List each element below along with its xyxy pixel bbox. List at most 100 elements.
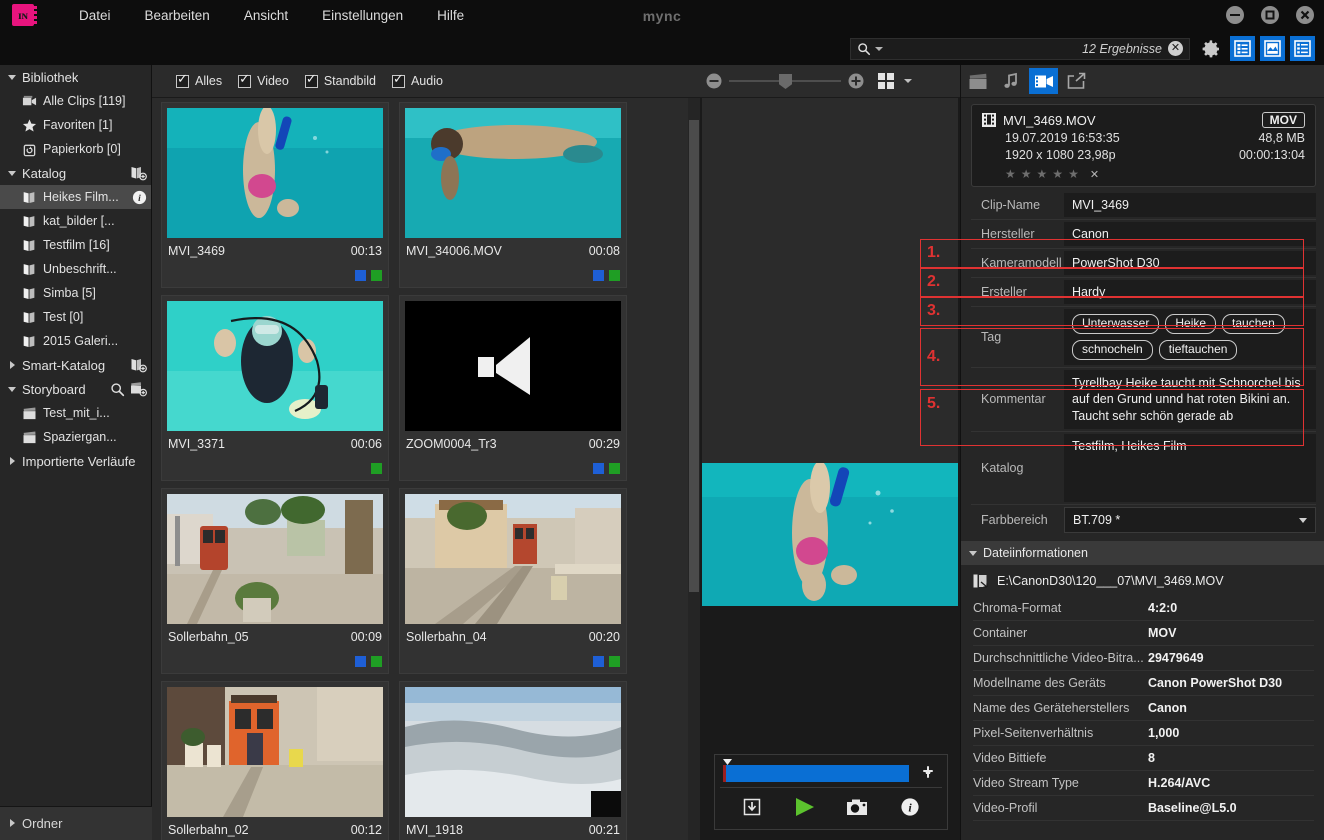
menu-bearbeiten[interactable]: Bearbeiten: [128, 0, 227, 32]
thumbnail-size-slider[interactable]: [729, 71, 841, 91]
menu-datei[interactable]: Datei: [62, 0, 128, 32]
rating-star-1[interactable]: ★: [1005, 167, 1016, 181]
audio-tab[interactable]: [996, 68, 1025, 94]
search-box[interactable]: 12 Ergebnisse ✕: [850, 37, 1190, 60]
filter-checkbox-video[interactable]: Video: [238, 72, 289, 88]
clip-card[interactable]: MVI_3469 00:13: [161, 102, 389, 288]
video-tab[interactable]: [1029, 68, 1058, 94]
field-value[interactable]: PowerShot D30: [1064, 251, 1316, 275]
browser-scrollbar[interactable]: [688, 98, 700, 840]
preview-viewport[interactable]: [702, 98, 958, 606]
chevron-down-icon[interactable]: [8, 385, 17, 394]
tag-chip[interactable]: tieftauchen: [1158, 339, 1238, 360]
chevron-right-icon[interactable]: [8, 819, 17, 828]
filter-checkbox-alles[interactable]: Alles: [176, 72, 222, 88]
clip-card[interactable]: ZOOM0004_Tr3 00:29: [399, 295, 627, 481]
menu-hilfe[interactable]: Hilfe: [420, 0, 481, 32]
timeline-track[interactable]: [723, 759, 909, 782]
sidebar-item-spaziergang[interactable]: Spaziergan...: [0, 425, 151, 449]
clapper-tab[interactable]: [963, 68, 992, 94]
minimize-button[interactable]: [1224, 4, 1246, 26]
player-timeline[interactable]: [720, 759, 942, 788]
slider-handle[interactable]: [779, 74, 792, 89]
sidebar-item-test-mit-i[interactable]: Test_mit_i...: [0, 401, 151, 425]
search-icon[interactable]: [110, 382, 125, 397]
maximize-button[interactable]: [1259, 4, 1281, 26]
sidebar-item-favoriten[interactable]: Favoriten [1]: [0, 113, 151, 137]
export-tab[interactable]: [1062, 68, 1091, 94]
sidebar-item-ordner[interactable]: Ordner: [0, 806, 152, 840]
menu-ansicht[interactable]: Ansicht: [227, 0, 305, 32]
field-value[interactable]: Tyrellbay Heike taucht mit Schnorchel bi…: [1064, 369, 1316, 430]
filter-checkbox-audio[interactable]: Audio: [391, 72, 443, 88]
clip-card[interactable]: Sollerbahn_02 00:12: [161, 681, 389, 840]
grid-view-button[interactable]: [878, 73, 912, 89]
view-thumbnail-button[interactable]: [1260, 36, 1285, 61]
clear-search-icon[interactable]: ✕: [1168, 41, 1183, 56]
rating-star-4[interactable]: ★: [1052, 167, 1063, 181]
sidebar-item-kat-bilder[interactable]: kat_bilder [...: [0, 209, 151, 233]
sidebar-item-alle-clips[interactable]: Alle Clips [119]: [0, 89, 151, 113]
tag-chip[interactable]: schnocheln: [1072, 339, 1153, 360]
clip-card[interactable]: Sollerbahn_04 00:20: [399, 488, 627, 674]
pin-icon[interactable]: [920, 765, 936, 783]
sidebar-item-unbeschriftet[interactable]: Unbeschrift...: [0, 257, 151, 281]
add-catalog-icon[interactable]: [130, 165, 147, 181]
timeline-in-point[interactable]: [723, 765, 726, 782]
sidebar-group-smart-katalog[interactable]: Smart-Katalog: [0, 353, 151, 377]
clip-card[interactable]: MVI_3371 00:06: [161, 295, 389, 481]
add-smart-catalog-icon[interactable]: [130, 357, 147, 373]
file-path-row[interactable]: E:\CanonD30\120___07\MVI_3469.MOV: [961, 565, 1324, 596]
field-value[interactable]: Hardy: [1064, 280, 1316, 304]
clip-card[interactable]: Sollerbahn_05 00:09: [161, 488, 389, 674]
field-value[interactable]: Canon: [1064, 222, 1316, 246]
sidebar-group-katalog[interactable]: Katalog: [0, 161, 151, 185]
browser-scrollbar-thumb[interactable]: [689, 120, 699, 592]
tag-chip[interactable]: Unterwasser: [1072, 314, 1160, 334]
tag-chip[interactable]: tauchen: [1222, 314, 1285, 334]
filter-checkbox-standbild[interactable]: Standbild: [304, 72, 376, 88]
rating-star-3[interactable]: ★: [1037, 167, 1048, 181]
clip-card[interactable]: MVI_1918 00:21: [399, 681, 627, 840]
checkbox-icon[interactable]: [238, 72, 252, 88]
snapshot-button[interactable]: [844, 795, 870, 819]
chevron-down-icon[interactable]: [969, 549, 978, 558]
chevron-down-icon[interactable]: [8, 169, 17, 178]
field-value[interactable]: Testfilm, Heikes Film: [1064, 434, 1316, 503]
gear-icon[interactable]: [1200, 38, 1222, 60]
chevron-down-icon[interactable]: [904, 79, 912, 83]
play-button[interactable]: [792, 795, 818, 819]
chevron-right-icon[interactable]: [8, 456, 17, 466]
sidebar-item-simba[interactable]: Simba [5]: [0, 281, 151, 305]
rating-star-2[interactable]: ★: [1021, 167, 1032, 181]
sidebar-group-bibliothek[interactable]: Bibliothek: [0, 65, 151, 89]
sidebar-group-storyboard[interactable]: Storyboard: [0, 377, 151, 401]
colorspace-select[interactable]: BT.709 *: [1064, 507, 1316, 534]
checkbox-icon[interactable]: [304, 72, 318, 88]
rating-stars[interactable]: ★ ★ ★ ★ ★ ✕: [982, 167, 1305, 181]
search-input[interactable]: [883, 41, 1083, 56]
rating-star-5[interactable]: ★: [1068, 167, 1079, 181]
sidebar-item-testfilm[interactable]: Testfilm [16]: [0, 233, 151, 257]
menu-einstellungen[interactable]: Einstellungen: [305, 0, 420, 32]
info-icon[interactable]: i: [132, 190, 147, 205]
sidebar-group-importierte-verlaeufe[interactable]: Importierte Verläufe: [0, 449, 151, 473]
add-storyboard-icon[interactable]: [130, 381, 147, 397]
checkbox-icon[interactable]: [176, 72, 189, 88]
chevron-down-icon[interactable]: [8, 73, 17, 82]
view-list-button[interactable]: [1230, 36, 1255, 61]
info-button[interactable]: i: [897, 795, 923, 819]
clear-rating-icon[interactable]: ✕: [1090, 168, 1099, 181]
sidebar-item-2015-galerie[interactable]: 2015 Galeri...: [0, 329, 151, 353]
sidebar-item-heikes-film[interactable]: Heikes Film... i: [0, 185, 151, 209]
search-dropdown-caret-icon[interactable]: [875, 46, 883, 51]
sidebar-item-test[interactable]: Test [0]: [0, 305, 151, 329]
set-in-point-button[interactable]: [739, 795, 765, 819]
zoom-in-icon[interactable]: [846, 71, 866, 91]
checkbox-icon[interactable]: [391, 72, 405, 88]
tag-chip[interactable]: Heike: [1165, 314, 1217, 334]
chevron-down-icon[interactable]: [1299, 517, 1307, 523]
sidebar-item-papierkorb[interactable]: Papierkorb [0]: [0, 137, 151, 161]
field-value[interactable]: MVI_3469: [1064, 193, 1316, 217]
chevron-right-icon[interactable]: [8, 360, 17, 370]
